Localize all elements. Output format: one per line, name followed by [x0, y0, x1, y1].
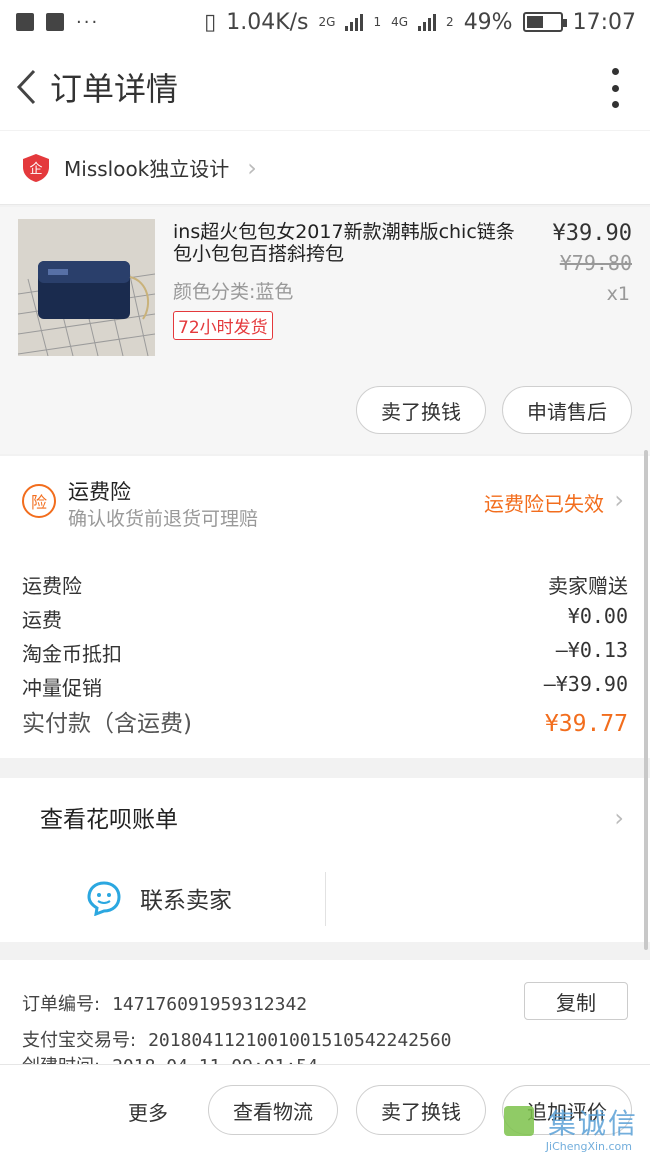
created-time: 2018-04-11 09:01:54	[112, 1056, 318, 1064]
total-value: ¥39.77	[544, 711, 628, 737]
copy-button[interactable]: 复制	[524, 982, 628, 1020]
watermark-text: 集诚信	[547, 1107, 638, 1140]
sim-1-label: 1	[373, 15, 382, 29]
status-right: ▯ 1.04K/s 2G 1 4G 2 49% 17:07	[204, 10, 636, 35]
huabei-bill-label: 查看花呗账单	[40, 807, 178, 833]
more-notifications-icon: ···	[76, 11, 100, 33]
fee-row: 冲量促销 —¥39.90	[22, 672, 628, 701]
title-bar: 订单详情	[0, 44, 650, 130]
order-number: 147176091959312342	[112, 994, 308, 1015]
insurance-title: 运费险	[68, 480, 131, 504]
store-shield-icon: 企	[23, 153, 49, 182]
created-time-label: 创建时间:	[22, 1056, 100, 1064]
battery-percent: 49%	[463, 9, 513, 35]
total-label: 实付款（含运费)	[22, 711, 192, 737]
fee-label: 运费	[22, 608, 62, 632]
app-grid-icon	[16, 13, 34, 31]
watermark-logo-icon	[504, 1106, 534, 1136]
fee-label: 淘金币抵扣	[22, 642, 122, 666]
back-arrow-icon[interactable]	[6, 57, 46, 117]
network-speed: 1.04K/s	[226, 9, 309, 35]
sell-for-cash-bottom-button[interactable]: 卖了换钱	[356, 1085, 486, 1135]
insurance-subtitle: 确认收货前退货可理赔	[68, 508, 259, 530]
product-title[interactable]: ins超火包包女2017新款潮韩版chic链条包小包包百搭斜挎包	[173, 221, 528, 265]
product-card[interactable]: ins超火包包女2017新款潮韩版chic链条包小包包百搭斜挎包 颜色分类:蓝色…	[0, 207, 650, 454]
fee-value: 卖家赠送	[548, 574, 628, 598]
product-variant: 颜色分类:蓝色	[173, 281, 294, 303]
signal-icon-1	[345, 13, 364, 31]
fees-section: 险 运费险 确认收货前退货可理赔 运费险已失效 › 运费险 卖家赠送 运费 ¥0…	[0, 456, 650, 758]
apply-aftersale-button[interactable]: 申请售后	[502, 386, 632, 434]
product-original-price: ¥79.80	[559, 251, 632, 275]
alipay-trade-number: 2018041121001001510542242560	[148, 1030, 452, 1051]
total-row: 实付款（含运费) ¥39.77	[22, 704, 628, 738]
alipay-trade-row: 支付宝交易号: 2018041121001001510542242560	[22, 1026, 452, 1052]
fee-label: 运费险	[22, 574, 82, 598]
order-info: 订单编号: 147176091959312342 复制 支付宝交易号: 201804…	[0, 960, 650, 1064]
contact-seller-label: 联系卖家	[140, 888, 232, 914]
fee-label: 冲量促销	[22, 676, 102, 700]
product-quantity: x1	[606, 283, 630, 305]
divider	[325, 872, 326, 926]
store-row[interactable]: 企 Misslook独立设计 ›	[0, 131, 650, 205]
product-price: ¥39.90	[552, 221, 632, 246]
alipay-trade-label: 支付宝交易号:	[22, 1030, 137, 1051]
fee-row: 运费险 卖家赠送	[22, 570, 628, 599]
scrollbar[interactable]	[644, 450, 648, 950]
chevron-right-icon[interactable]: ›	[614, 486, 624, 514]
view-logistics-button[interactable]: 查看物流	[208, 1085, 338, 1135]
order-number-label: 订单编号:	[22, 994, 101, 1015]
watermark: 集诚信 JiChengXin.com	[496, 1100, 646, 1155]
created-time-row: 创建时间: 2018-04-11 09:01:54	[22, 1052, 318, 1064]
svg-text:企: 企	[29, 161, 42, 177]
fee-row: 运费 ¥0.00	[22, 604, 628, 633]
chevron-right-icon: ›	[614, 804, 624, 832]
battery-icon	[522, 12, 567, 32]
clock: 17:07	[572, 9, 636, 35]
contact-section: 联系卖家	[0, 856, 650, 942]
page-title: 订单详情	[50, 70, 179, 108]
sim-2-label: 2	[446, 15, 454, 29]
order-number-row: 订单编号: 147176091959312342	[22, 990, 307, 1016]
image-icon	[46, 13, 64, 31]
sell-for-cash-button[interactable]: 卖了换钱	[356, 386, 486, 434]
fee-value: —¥39.90	[543, 672, 628, 696]
store-name: Misslook独立设计	[64, 157, 230, 181]
watermark-url: JiChengXin.com	[545, 1140, 632, 1153]
more-button[interactable]: 更多	[128, 1097, 168, 1126]
fee-value: —¥0.13	[555, 638, 628, 662]
shipping-badge: 72小时发货	[173, 311, 273, 340]
product-thumbnail[interactable]	[18, 219, 155, 356]
vibrate-icon: ▯	[204, 9, 217, 35]
more-menu-icon[interactable]	[610, 68, 620, 108]
network-type-1: 2G	[318, 15, 336, 29]
chat-bubble-icon	[87, 881, 121, 916]
fee-value: ¥0.00	[567, 604, 628, 628]
fee-row: 淘金币抵扣 —¥0.13	[22, 638, 628, 667]
insurance-icon: 险	[22, 484, 56, 518]
huabei-bill-row[interactable]: 查看花呗账单 ›	[0, 778, 650, 856]
signal-icon-2	[418, 13, 437, 31]
contact-seller-button[interactable]: 联系卖家	[86, 880, 232, 916]
network-type-2: 4G	[391, 15, 409, 29]
chevron-right-icon: ›	[247, 153, 257, 182]
status-left: ···	[16, 12, 99, 33]
insurance-status[interactable]: 运费险已失效	[484, 488, 604, 517]
status-bar: ··· ▯ 1.04K/s 2G 1 4G 2 49% 17:07	[0, 0, 650, 44]
